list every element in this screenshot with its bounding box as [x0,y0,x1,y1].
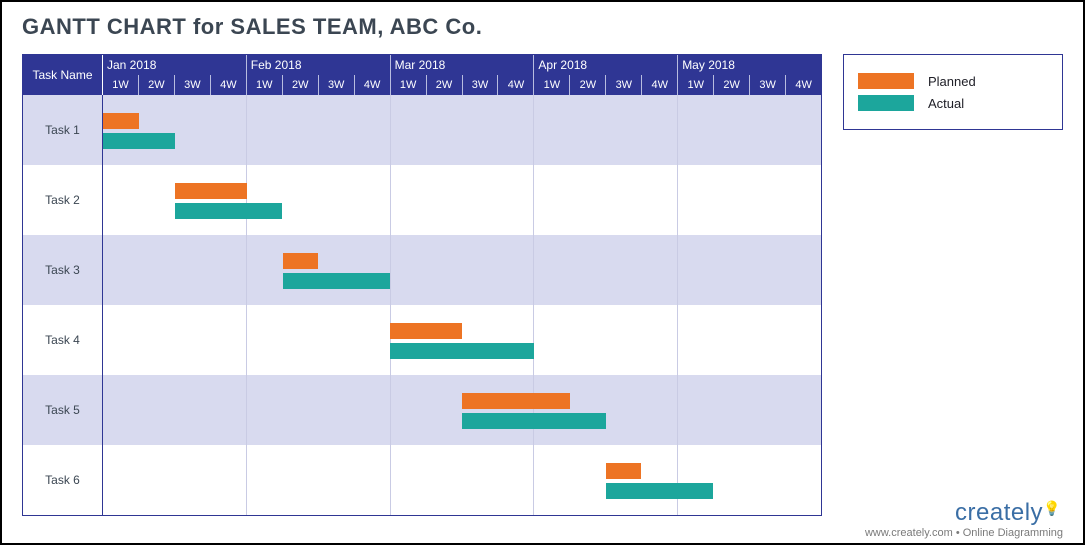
week-header: 2W [427,75,463,95]
week-header: 2W [714,75,750,95]
task-grid [103,95,821,165]
week-header: 3W [319,75,355,95]
week-header: 1W [678,75,714,95]
week-header: 2W [139,75,175,95]
week-header: 4W [211,75,247,95]
planned-bar [103,113,139,129]
lightbulb-icon: 💡 [1043,500,1061,517]
task-name-cell: Task 3 [23,235,103,305]
legend-actual-label: Actual [928,96,964,111]
actual-bar [462,413,606,429]
week-header: 3W [175,75,211,95]
actual-bar [103,133,175,149]
task-grid [103,375,821,445]
task-name-cell: Task 6 [23,445,103,515]
week-header: 1W [391,75,427,95]
planned-bar [606,463,642,479]
task-row: Task 3 [23,235,821,305]
task-row: Task 4 [23,305,821,375]
month-header: Apr 2018 [534,55,678,75]
gantt-header: Task Name Jan 2018Feb 2018Mar 2018Apr 20… [23,55,821,95]
week-header: 2W [570,75,606,95]
task-name-cell: Task 5 [23,375,103,445]
week-header: 4W [642,75,678,95]
brand-logo: creately 💡 [865,499,1063,527]
brand-tagline: www.creately.com • Online Diagramming [865,527,1063,539]
month-header: Feb 2018 [247,55,391,75]
gantt-chart: Task Name Jan 2018Feb 2018Mar 2018Apr 20… [22,54,822,516]
week-header: 2W [283,75,319,95]
task-name-cell: Task 4 [23,305,103,375]
legend-planned: Planned [858,73,1048,89]
task-grid [103,165,821,235]
legend-planned-label: Planned [928,74,976,89]
task-row: Task 2 [23,165,821,235]
actual-swatch [858,95,914,111]
legend: Planned Actual [843,54,1063,130]
planned-bar [283,253,319,269]
actual-bar [283,273,391,289]
month-header: May 2018 [678,55,821,75]
task-grid [103,305,821,375]
task-grid [103,235,821,305]
month-header: Mar 2018 [391,55,535,75]
week-header: 4W [786,75,821,95]
task-name-cell: Task 2 [23,165,103,235]
week-header: 3W [750,75,786,95]
brand-name: creately [955,499,1043,527]
week-header: 4W [355,75,391,95]
footer: creately 💡 www.creately.com • Online Dia… [865,499,1063,539]
task-row: Task 5 [23,375,821,445]
gantt-body: Task 1Task 2Task 3Task 4Task 5Task 6 [23,95,821,515]
actual-bar [390,343,534,359]
planned-bar [390,323,462,339]
task-row: Task 1 [23,95,821,165]
week-header: 3W [463,75,499,95]
planned-swatch [858,73,914,89]
week-header: 1W [247,75,283,95]
task-name-cell: Task 1 [23,95,103,165]
task-name-header: Task Name [23,55,103,95]
planned-bar [175,183,247,199]
task-row: Task 6 [23,445,821,515]
week-header: 3W [606,75,642,95]
actual-bar [606,483,714,499]
week-header: 1W [103,75,139,95]
legend-actual: Actual [858,95,1048,111]
month-header: Jan 2018 [103,55,247,75]
week-header: 4W [498,75,534,95]
actual-bar [175,203,283,219]
week-header: 1W [534,75,570,95]
planned-bar [462,393,570,409]
task-grid [103,445,821,515]
page-title: GANTT CHART for SALES TEAM, ABC Co. [2,2,1083,48]
